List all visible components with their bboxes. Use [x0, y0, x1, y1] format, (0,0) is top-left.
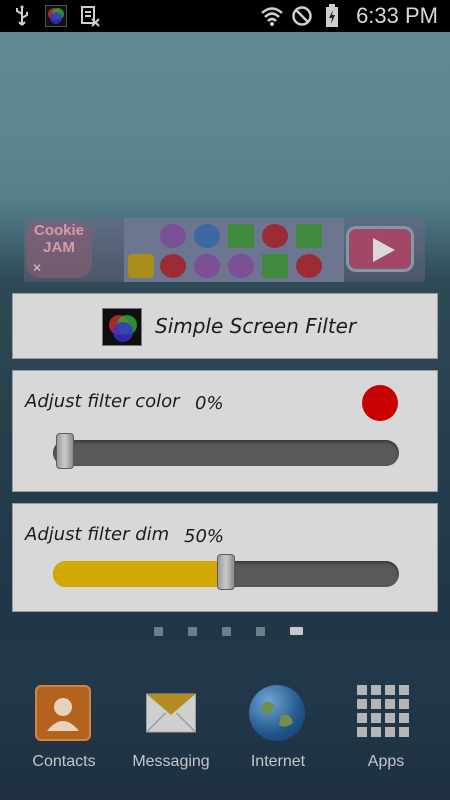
- filter-color-slider-thumb[interactable]: [56, 433, 74, 469]
- battery-charging-icon: [320, 4, 344, 28]
- filter-color-slider[interactable]: [53, 433, 399, 469]
- dock-apps[interactable]: Apps: [336, 680, 436, 771]
- candy-icon: [228, 254, 254, 278]
- filter-color-percent: 0%: [195, 393, 224, 414]
- ad-banner[interactable]: Cookie JAM ✕: [24, 218, 425, 282]
- filter-dim-slider[interactable]: [53, 554, 399, 590]
- home-dock: Contacts Messaging Internet Apps: [0, 680, 450, 790]
- filter-dim-label: Adjust filter dim: [25, 524, 170, 545]
- dock-internet[interactable]: Internet: [228, 680, 328, 771]
- filter-dim-slider-thumb[interactable]: [217, 554, 235, 590]
- candy-icon: [262, 224, 288, 248]
- apps-grid-icon: [357, 685, 411, 739]
- ad-logo-line2: JAM: [43, 239, 75, 256]
- page-indicator: [150, 624, 310, 638]
- filter-color-swatch[interactable]: [362, 385, 398, 421]
- messaging-icon: [145, 693, 197, 733]
- filter-dim-slider-fill: [53, 561, 226, 587]
- status-bar: 6:33 PM: [0, 0, 450, 32]
- storage-icon: [78, 4, 102, 28]
- candy-icon: [296, 254, 322, 278]
- page-dot: [222, 627, 231, 636]
- dock-messaging[interactable]: Messaging: [121, 680, 221, 771]
- page-dot: [154, 627, 163, 636]
- dock-internet-label: Internet: [250, 753, 306, 770]
- page-dot-active: [290, 627, 303, 635]
- ad-play-button[interactable]: [346, 226, 414, 272]
- page-dot: [256, 627, 265, 636]
- filter-dim-percent: 50%: [184, 526, 225, 547]
- status-time: 6:33 PM: [356, 3, 438, 28]
- filter-color-panel: Adjust filter color 0%: [12, 370, 438, 492]
- candy-icon: [128, 254, 154, 278]
- candy-icon: [194, 254, 220, 278]
- dock-contacts-label: Contacts: [32, 753, 96, 770]
- filter-color-label: Adjust filter color: [25, 391, 180, 412]
- ad-close-icon[interactable]: ✕: [32, 261, 42, 275]
- candy-icon: [262, 254, 288, 278]
- ad-logo-line1: Cookie: [33, 222, 84, 239]
- candy-icon: [296, 224, 322, 248]
- usb-icon: [10, 4, 34, 28]
- play-icon: [373, 238, 395, 262]
- candy-icon: [160, 254, 186, 278]
- page-dot: [188, 627, 197, 636]
- no-sim-icon: [290, 4, 314, 28]
- ad-game-board: [124, 218, 344, 282]
- wifi-icon: [260, 4, 284, 28]
- filter-dim-panel: Adjust filter dim 50%: [12, 503, 438, 612]
- candy-icon: [194, 224, 220, 248]
- dock-contacts[interactable]: Contacts: [14, 680, 114, 771]
- dock-apps-label: Apps: [367, 753, 405, 770]
- internet-icon: [249, 685, 305, 741]
- app-title: Simple Screen Filter: [155, 314, 357, 338]
- app-title-panel: Simple Screen Filter: [12, 293, 438, 359]
- dock-messaging-label: Messaging: [132, 753, 210, 770]
- screen-filter-app-icon: [102, 308, 142, 346]
- screen-filter-app-icon: [44, 4, 68, 28]
- candy-icon: [228, 224, 254, 248]
- candy-icon: [160, 224, 186, 248]
- contacts-icon: [35, 685, 91, 741]
